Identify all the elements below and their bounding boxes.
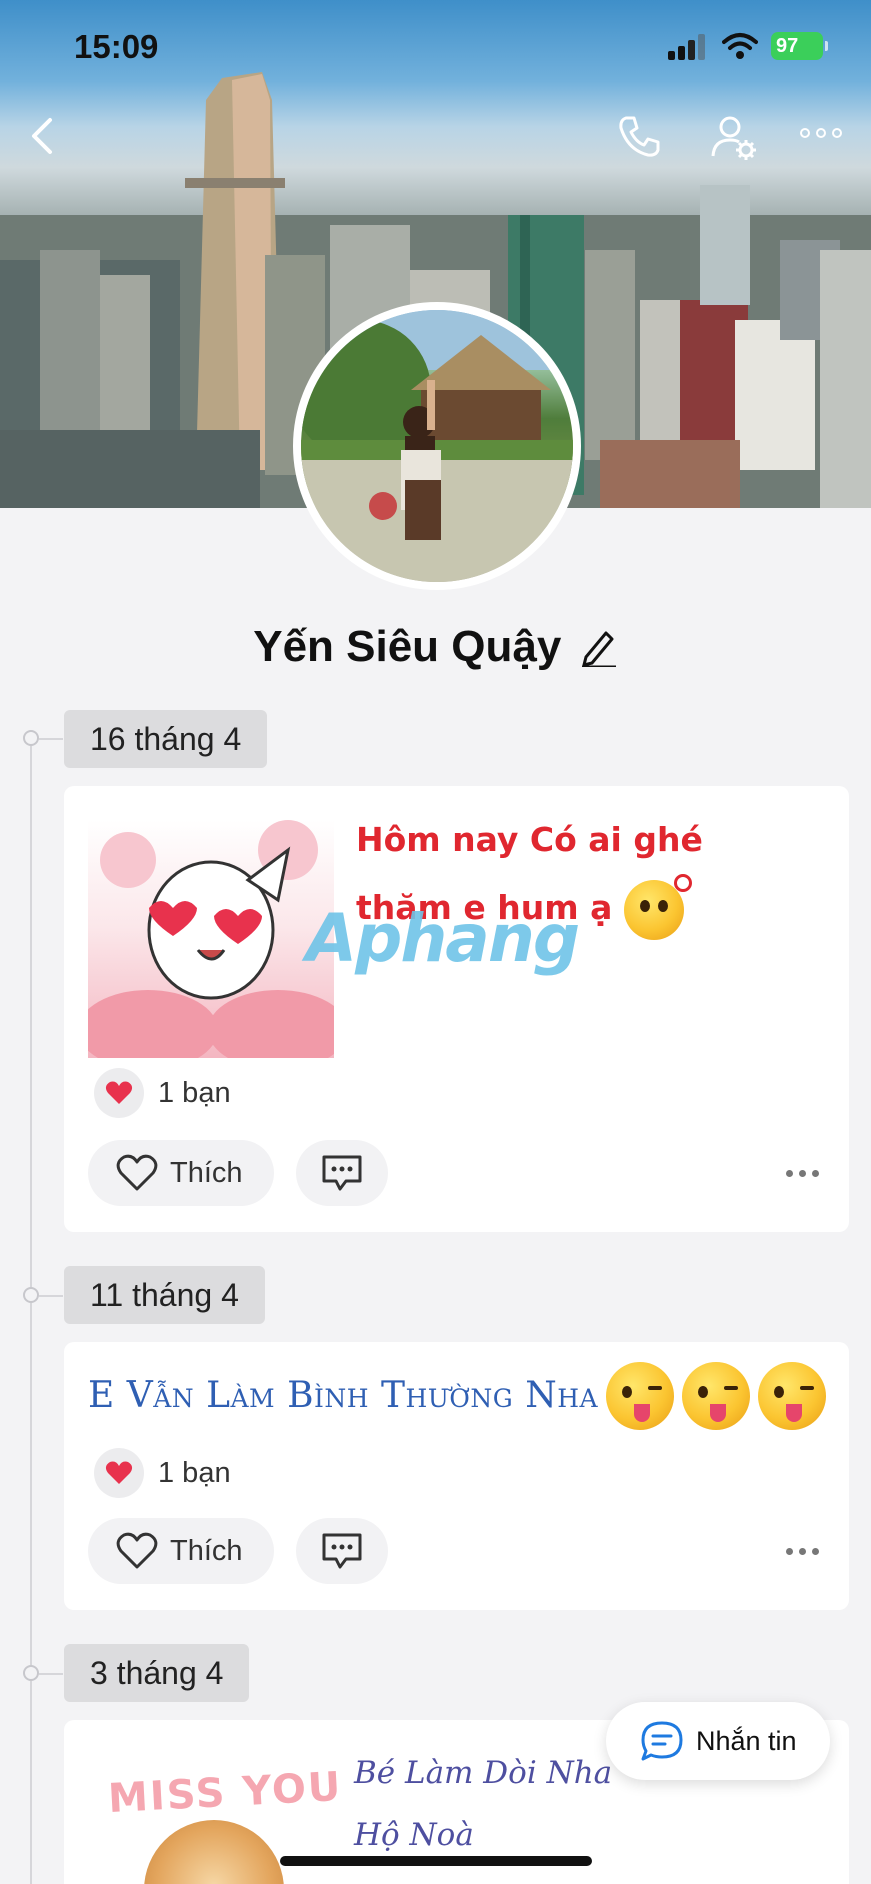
avatar-photo [301,310,573,582]
post-text-row: E Vẫn Làm Bình Thường Nha [88,1360,827,1432]
sticker-text: MISS YOU [106,1763,344,1823]
status-time: 15:09 [74,28,159,65]
reaction-summary[interactable]: 1 bạn [94,1068,231,1118]
confused-emoji-icon [623,873,692,940]
timeline-connector [39,738,63,740]
timeline-connector [39,1295,63,1297]
date-label: 16 tháng 4 [64,710,268,768]
heart-outline-icon [116,1532,158,1569]
battery-level: 97 [776,35,799,57]
comment-button[interactable] [296,1140,388,1206]
heart-outline-icon [116,1154,158,1191]
dog-sticker-image [144,1820,284,1884]
phone-icon[interactable] [616,114,662,160]
like-button[interactable]: Thích [88,1140,274,1206]
heart-icon [94,1448,144,1498]
avatar[interactable] [293,302,581,590]
tongue-wink-emoji-icon [606,1362,675,1430]
tongue-wink-emoji-icon [758,1362,827,1430]
comment-icon [322,1155,362,1191]
cellular-signal-icon [668,34,706,60]
user-gear-icon[interactable] [710,114,758,162]
timeline-dot [23,1665,39,1681]
reaction-summary[interactable]: 1 bạn [94,1448,231,1498]
comment-button[interactable] [296,1518,388,1584]
tongue-wink-emoji-icon [682,1362,751,1430]
more-horizontal-icon[interactable] [786,1548,819,1555]
profile-name: Yến Siêu Quậy [253,622,562,671]
timeline-dot [23,1287,39,1303]
post-card[interactable]: Hôm nay Có ai ghé thăm e hum ạ 1 bạn Thí… [64,786,849,1232]
message-button[interactable]: Nhắn tin [606,1702,830,1780]
heart-icon [94,1068,144,1118]
battery-indicator: 97 [771,32,828,60]
status-bar: 15:09 97 [0,28,871,68]
date-label: 3 tháng 4 [64,1644,250,1702]
date-label: 11 tháng 4 [64,1266,265,1324]
wifi-icon [722,33,758,59]
pencil-icon[interactable] [580,627,618,667]
like-label: Thích [170,1156,243,1189]
like-button[interactable]: Thích [88,1518,274,1584]
timeline-line [30,738,32,1884]
sticker-image [88,820,334,1058]
profile-name-row: Yến Siêu Quậy [0,622,871,672]
chevron-left-icon[interactable] [28,116,58,156]
post-text-line-1: Bé Làm Dòi Nha [354,1755,613,1791]
timeline-dot [23,730,39,746]
timeline-connector [39,1673,63,1675]
more-horizontal-icon[interactable] [800,128,842,138]
post-card[interactable]: E Vẫn Làm Bình Thường Nha 1 bạn Thích [64,1342,849,1610]
watermark: Aphang [306,900,580,977]
post-text: E Vẫn Làm Bình Thường Nha [88,1375,599,1416]
post-text: Bé Làm Dòi Nha Hộ Noà [354,1742,612,1866]
reaction-count: 1 bạn [158,1076,231,1109]
post-text-line-1: Hôm nay Có ai ghé [356,820,703,859]
like-label: Thích [170,1534,243,1567]
comment-icon [322,1533,362,1569]
chat-bubble-icon [641,1721,683,1761]
more-horizontal-icon[interactable] [786,1170,819,1177]
message-button-label: Nhắn tin [696,1725,797,1756]
home-indicator[interactable] [280,1856,592,1866]
reaction-count: 1 bạn [158,1456,231,1489]
